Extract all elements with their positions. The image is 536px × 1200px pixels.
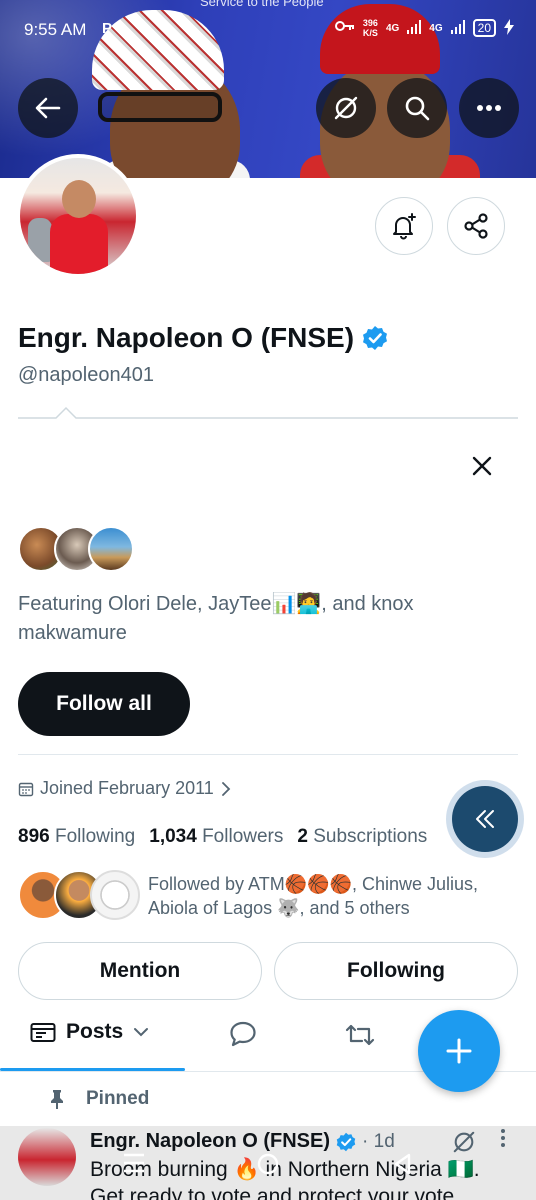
close-suggestions-button[interactable] <box>466 450 498 482</box>
close-icon <box>472 456 492 476</box>
recent-apps-button[interactable] <box>122 1152 146 1179</box>
subscriptions-count: 2 <box>297 826 308 847</box>
home-button[interactable] <box>256 1152 280 1181</box>
signal-icon <box>450 19 465 37</box>
subscriptions-label: Subscriptions <box>313 826 428 847</box>
following-count-link[interactable]: 896 Following <box>18 826 135 848</box>
back-triangle-icon <box>394 1153 411 1175</box>
featuring-text: Featuring Olori Dele, JayTee📊🧑‍💻, and kn… <box>18 593 414 644</box>
home-circle-icon <box>257 1153 279 1175</box>
search-icon <box>405 96 430 121</box>
double-chevron-left-icon <box>476 810 494 828</box>
signal-1-label: 4G <box>385 22 400 34</box>
following-button[interactable]: Following <box>274 942 518 1000</box>
tab-reposts[interactable] <box>344 1022 376 1053</box>
menu-icon <box>124 1153 144 1173</box>
status-time: 9:55 AM <box>24 20 87 39</box>
profile-name: Engr. Napoleon O (FNSE) <box>18 322 355 353</box>
joined-row[interactable]: Joined February 2011 <box>18 778 232 799</box>
banner-figure <box>98 92 222 122</box>
profile-handle: @napoleon401 <box>18 364 154 386</box>
back-button[interactable] <box>18 78 78 138</box>
following-label: Following <box>54 826 136 847</box>
signal-icon <box>407 19 422 37</box>
more-horizontal-icon <box>477 105 501 111</box>
pin-icon <box>51 1090 63 1109</box>
tab-posts[interactable]: Posts <box>30 1020 149 1044</box>
pinned-label-row: Pinned <box>48 1088 149 1110</box>
notifications-button[interactable] <box>375 197 433 255</box>
posts-icon <box>30 1023 56 1042</box>
network-speed-unit: K/S <box>362 28 378 38</box>
network-speed-value: 396 <box>362 18 378 28</box>
compose-post-button[interactable] <box>418 1010 500 1092</box>
joined-date: Joined February 2011 <box>40 778 214 798</box>
reply-icon <box>230 1021 256 1047</box>
followed-by-text[interactable]: Followed by ATM🏀🏀🏀, Chinwe Julius, Abiol… <box>148 872 518 920</box>
followed-by-avatars <box>18 870 140 922</box>
notification-icon: P <box>102 20 113 37</box>
profile-counts: 896 Following 1,034 Followers 2 Subscrip… <box>18 826 435 848</box>
subscriptions-count-link[interactable]: 2 Subscriptions <box>297 826 427 848</box>
grok-button[interactable] <box>316 78 376 138</box>
mention-button[interactable]: Mention <box>18 942 262 1000</box>
followers-count: 1,034 <box>149 826 197 847</box>
avatar-trophy <box>28 218 52 262</box>
avatar-figure <box>50 214 108 274</box>
collapse-float-button[interactable] <box>452 786 518 852</box>
search-button[interactable] <box>387 78 447 138</box>
share-icon <box>464 213 488 239</box>
bell-plus-icon <box>393 213 416 240</box>
share-button[interactable] <box>447 197 505 255</box>
network-speed: 396 K/S <box>363 18 378 38</box>
status-icons: 396 K/S 4G 4G 20 <box>334 18 514 38</box>
suggested-avatars <box>18 526 134 572</box>
pinned-label: Pinned <box>86 1088 150 1109</box>
more-button[interactable] <box>459 78 519 138</box>
calendar-icon <box>18 782 34 796</box>
grok-icon <box>334 96 358 120</box>
charging-icon <box>504 18 514 38</box>
followers-count-link[interactable]: 1,034 Followers <box>149 826 283 848</box>
avatar <box>88 526 134 572</box>
repost-icon <box>345 1024 375 1046</box>
plus-icon <box>446 1038 472 1064</box>
profile-avatar[interactable] <box>16 154 140 278</box>
tab-replies[interactable] <box>228 1020 258 1053</box>
signal-2-label: 4G <box>429 22 443 34</box>
suggestion-divider <box>18 406 518 419</box>
vpn-key-icon <box>334 19 355 37</box>
followers-label: Followers <box>202 826 284 847</box>
verified-badge-icon[interactable] <box>362 325 388 351</box>
divider <box>18 754 518 755</box>
system-nav-bar <box>0 1148 536 1188</box>
avatar <box>90 870 140 920</box>
system-back-button[interactable] <box>392 1152 412 1181</box>
more-vertical-icon <box>501 1129 505 1147</box>
following-count: 896 <box>18 826 50 847</box>
arrow-left-icon <box>35 97 61 119</box>
status-bar: 9:55 AM P 396 K/S 4G 4G 20 <box>0 0 536 60</box>
profile-name-row: Engr. Napoleon O (FNSE) <box>18 322 388 354</box>
battery-level: 20 <box>472 19 496 37</box>
chevron-down-icon <box>134 1028 149 1037</box>
chevron-right-icon <box>221 781 231 796</box>
follow-all-button[interactable]: Follow all <box>18 672 190 736</box>
avatar-figure <box>62 180 96 218</box>
tab-posts-label: Posts <box>66 1020 124 1043</box>
